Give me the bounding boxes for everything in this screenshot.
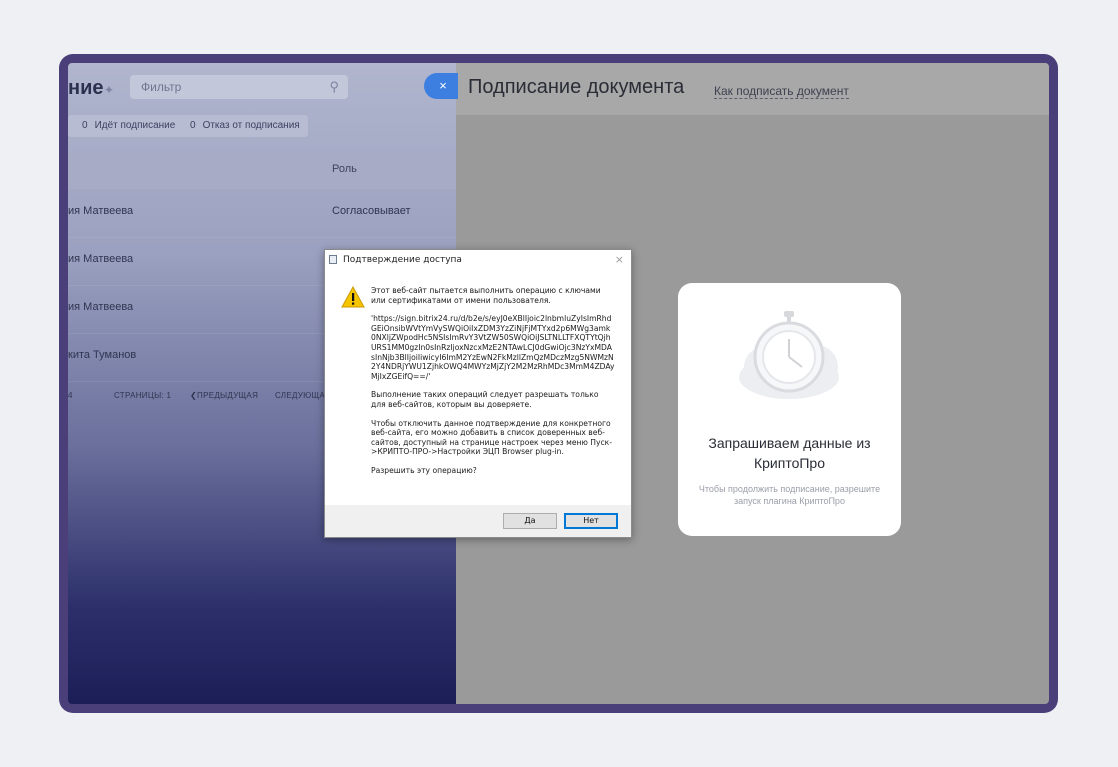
chip-refused[interactable]: 0 Отказ от подписания bbox=[190, 115, 300, 137]
panel-header: Подписание документа Как подписать докум… bbox=[456, 63, 1049, 115]
window-icon bbox=[329, 255, 337, 264]
prev-page-link[interactable]: ❮ ПРЕДЫДУЩАЯ bbox=[190, 391, 258, 400]
stopwatch-cloud-icon bbox=[739, 311, 839, 399]
card-heading: Запрашиваем данные из КриптоПро bbox=[708, 435, 871, 471]
list-header: Роль bbox=[68, 151, 456, 189]
status-chips: 0 Идёт подписание 0 Отказ от подписания bbox=[68, 115, 308, 137]
chip-signing[interactable]: 0 Идёт подписание bbox=[82, 115, 175, 137]
dialog-url: 'https://sign.bitrix24.ru/d/b2e/s/eyJ0eX… bbox=[371, 314, 615, 381]
warning-icon bbox=[341, 286, 365, 308]
dialog-footer: Да Нет bbox=[325, 505, 631, 537]
dialog-body: Этот веб-сайт пытается выполнить операци… bbox=[371, 286, 615, 485]
list-title: ние bbox=[68, 77, 104, 99]
pin-icon[interactable]: ✦ bbox=[104, 83, 114, 97]
no-button[interactable]: Нет bbox=[564, 513, 618, 529]
dialog-question: Разрешить эту операцию? bbox=[371, 465, 477, 475]
pages-label: СТРАНИЦЫ: 1 bbox=[114, 391, 172, 400]
column-role: Роль bbox=[332, 163, 357, 175]
dialog-warning: Выполнение таких операций следует разреш… bbox=[371, 390, 599, 409]
next-page-link[interactable]: СЛЕДУЮЩА bbox=[275, 391, 325, 400]
page-title: Подписание документа bbox=[468, 76, 685, 98]
status-card: Запрашиваем данные из КриптоПро Чтобы пр… bbox=[678, 283, 901, 536]
card-subtext: Чтобы продолжить подписание, разрешите з… bbox=[698, 484, 881, 506]
yes-button[interactable]: Да bbox=[503, 513, 557, 529]
dialog-intro: Этот веб-сайт пытается выполнить операци… bbox=[371, 286, 601, 305]
access-confirmation-dialog: Подтверждение доступа × Этот веб-сайт пы… bbox=[324, 249, 632, 538]
dialog-close-icon[interactable]: × bbox=[615, 253, 624, 266]
close-slider-button[interactable]: × bbox=[424, 73, 458, 99]
dialog-titlebar: Подтверждение доступа × bbox=[325, 250, 631, 270]
dialog-title: Подтверждение доступа bbox=[343, 255, 462, 265]
dialog-hint: Чтобы отключить данное подтверждение для… bbox=[371, 418, 612, 457]
list-item[interactable]: ия Матвеева Согласовывает bbox=[68, 189, 456, 238]
search-icon[interactable]: ⚲ bbox=[329, 75, 339, 99]
filter-input[interactable]: Фильтр ⚲ bbox=[130, 75, 348, 99]
how-to-sign-link[interactable]: Как подписать документ bbox=[714, 84, 849, 99]
